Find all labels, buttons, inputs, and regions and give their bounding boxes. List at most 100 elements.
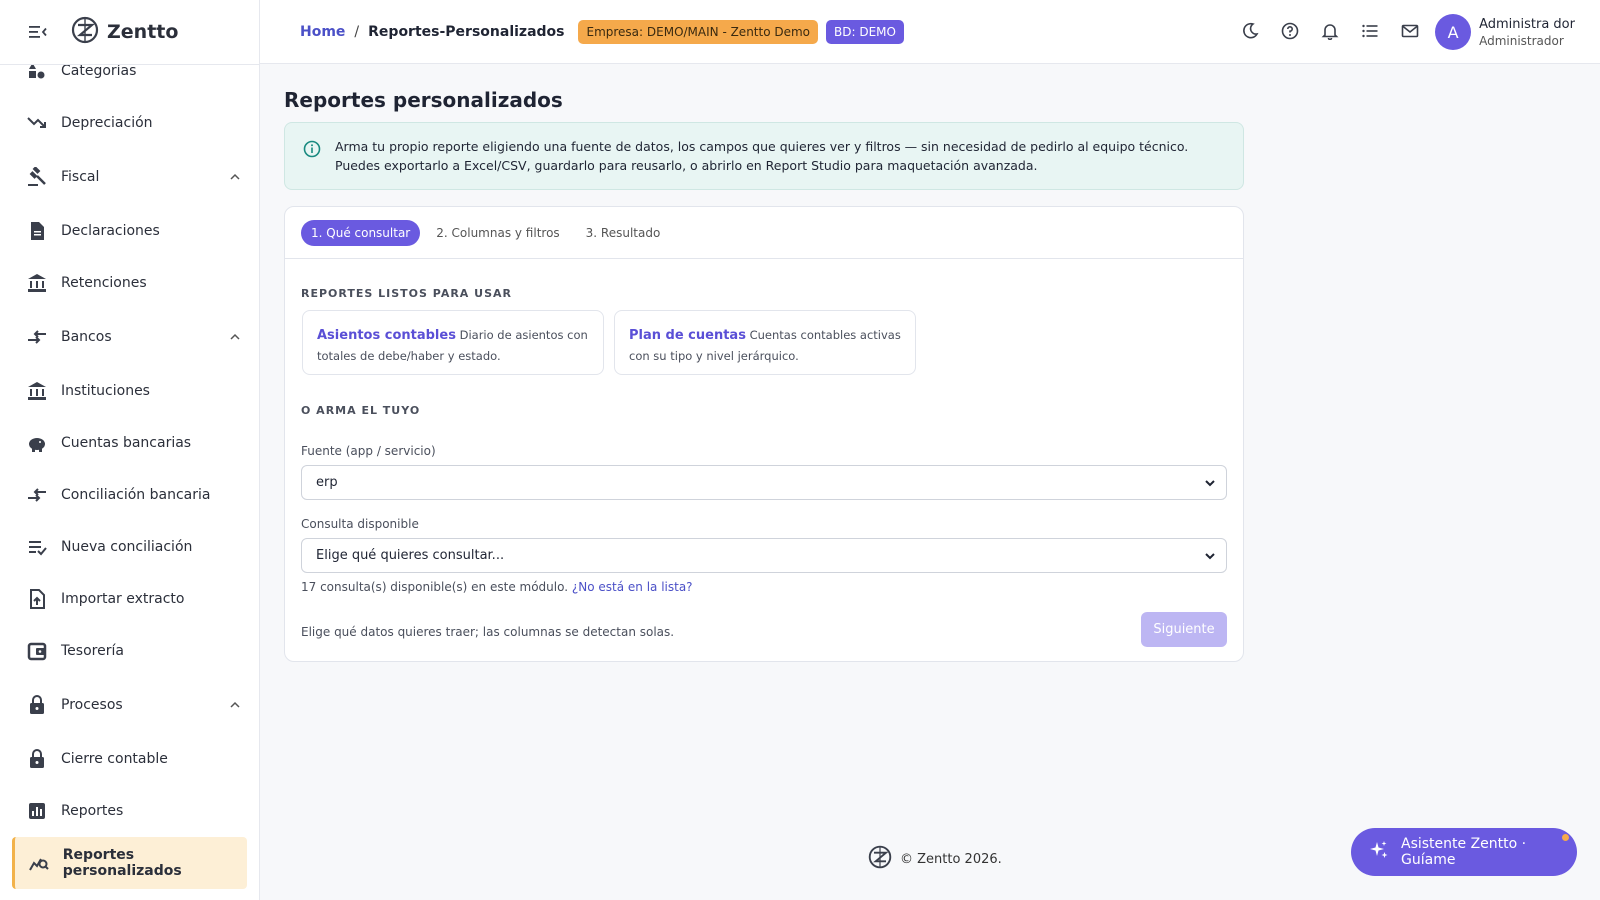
- gavel-icon: [26, 166, 48, 188]
- breadcrumb-home-link[interactable]: Home: [300, 24, 345, 40]
- sidebar-item-tesoreria[interactable]: Tesorería: [0, 625, 259, 677]
- sidebar-item-depreciacion[interactable]: Depreciación: [0, 97, 259, 149]
- sidebar-item-nueva-conciliacion[interactable]: Nueva conciliación: [0, 521, 259, 573]
- assistant-label: Asistente Zentto · Guíame: [1401, 836, 1527, 868]
- sidebar-item-label: Nueva conciliación: [61, 539, 193, 555]
- sidebar-group-procesos[interactable]: Procesos: [0, 677, 259, 733]
- sidebar-item-importar-extracto[interactable]: Importar extracto: [0, 573, 259, 625]
- tab-columnas-filtros[interactable]: 2. Columnas y filtros: [426, 220, 569, 246]
- user-menu[interactable]: A Administra dor Administrador: [1435, 14, 1575, 50]
- sparkle-icon: [1369, 840, 1389, 864]
- sidebar-item-label: Bancos: [61, 329, 112, 345]
- sidebar-nav: Categorías Depreciación Fiscal Declaraci…: [0, 45, 259, 889]
- chevron-up-icon: [229, 699, 241, 715]
- sidebar-item-reportes[interactable]: Reportes: [0, 785, 259, 837]
- company-badge[interactable]: Empresa: DEMO/MAIN - Zentto Demo: [578, 19, 819, 44]
- sidebar-item-label: Retenciones: [61, 275, 147, 291]
- sidebar-item-label: Declaraciones: [61, 223, 160, 239]
- sidebar-item-label: Importar extracto: [61, 591, 185, 607]
- sidebar-item-conciliacion-bancaria[interactable]: Conciliación bancaria: [0, 469, 259, 521]
- info-text: Arma tu propio reporte eligiendo una fue…: [335, 139, 1189, 173]
- not-in-list-link[interactable]: ¿No está en la lista?: [572, 580, 693, 594]
- page-title: Reportes personalizados: [284, 88, 563, 112]
- sidebar-item-label: Cierre contable: [61, 751, 168, 767]
- file-upload-icon: [26, 588, 48, 610]
- sidebar-item-label: Instituciones: [61, 383, 150, 399]
- help-icon[interactable]: [1280, 20, 1300, 42]
- template-title: Plan de cuentas: [629, 328, 746, 343]
- query-count-text: 17 consulta(s) disponible(s) en este mód…: [301, 580, 569, 594]
- sidebar-item-retenciones[interactable]: Retenciones: [0, 257, 259, 309]
- tab-que-consultar[interactable]: 1. Qué consultar: [301, 219, 421, 246]
- template-plan-de-cuentas[interactable]: Plan de cuentas Cuentas contables activa…: [614, 310, 916, 375]
- chevron-up-icon: [229, 331, 241, 347]
- database-badge[interactable]: BD: DEMO: [826, 19, 904, 44]
- app-name: Zentto: [107, 21, 179, 43]
- query-hint: 17 consulta(s) disponible(s) en este mód…: [301, 580, 693, 594]
- piggy-bank-icon: [26, 432, 48, 454]
- sidebar-header: Zentto: [0, 0, 259, 65]
- transfer-icon: [26, 326, 48, 348]
- footer-hint: Elige qué datos quieres traer; las colum…: [301, 625, 675, 639]
- chevron-down-icon: [1204, 550, 1216, 566]
- ready-reports-heading: REPORTES LISTOS PARA USAR: [301, 287, 512, 300]
- zentto-logo-icon: [71, 16, 99, 49]
- user-info: Administra dor Administrador: [1479, 17, 1575, 48]
- sidebar-item-label: Reportes: [61, 803, 124, 819]
- sidebar-item-cierre-contable[interactable]: Cierre contable: [0, 733, 259, 785]
- template-asientos-contables[interactable]: Asientos contables Diario de asientos co…: [302, 310, 604, 375]
- lock-icon: [26, 694, 48, 716]
- notifications-bell-icon[interactable]: [1320, 20, 1340, 42]
- dark-mode-icon[interactable]: [1240, 20, 1260, 42]
- sidebar-item-label: Depreciación: [61, 115, 153, 131]
- sidebar-item-label: Cuentas bancarias: [61, 435, 192, 451]
- user-role: Administrador: [1479, 33, 1564, 48]
- topbar-actions: [1240, 20, 1420, 42]
- tab-resultado[interactable]: 3. Resultado: [576, 220, 671, 246]
- mail-icon[interactable]: [1400, 20, 1420, 42]
- chevron-down-icon: [1204, 477, 1216, 493]
- assistant-button[interactable]: Asistente Zentto · Guíame: [1351, 828, 1577, 876]
- wizard-steps: 1. Qué consultar 2. Columnas y filtros 3…: [285, 207, 1243, 259]
- chevron-up-icon: [229, 171, 241, 187]
- sidebar-item-reportes-personalizados[interactable]: Reportes personalizados: [12, 837, 247, 889]
- menu-collapse-icon[interactable]: [27, 21, 49, 43]
- main-content: Reportes personalizados Arma tu propio r…: [284, 88, 1244, 662]
- source-select-value: erp: [316, 475, 338, 490]
- sidebar-group-bancos[interactable]: Bancos: [0, 309, 259, 365]
- transfer-icon: [26, 484, 48, 506]
- topbar: Home / Reportes-Personalizados Empresa: …: [260, 0, 1600, 64]
- task-list-icon[interactable]: [1360, 20, 1380, 42]
- app-logo[interactable]: Zentto: [71, 16, 178, 49]
- source-select[interactable]: erp: [301, 465, 1227, 500]
- sidebar-item-cuentas-bancarias[interactable]: Cuentas bancarias: [0, 417, 259, 469]
- sidebar-group-fiscal[interactable]: Fiscal: [0, 149, 259, 205]
- breadcrumb: Home / Reportes-Personalizados: [300, 24, 564, 40]
- breadcrumb-separator: /: [354, 23, 360, 40]
- sidebar-item-label: Fiscal: [61, 169, 100, 185]
- copyright-text: © Zentto 2026.: [900, 851, 1002, 867]
- notification-dot: [1562, 834, 1569, 841]
- wallet-icon: [26, 640, 48, 662]
- template-title: Asientos contables: [317, 328, 456, 343]
- info-alert: Arma tu propio reporte eligiendo una fue…: [284, 122, 1244, 190]
- avatar: A: [1435, 14, 1472, 50]
- sidebar-item-label: Categorías: [61, 63, 137, 79]
- sidebar-item-label: Reportes personalizados: [62, 847, 182, 879]
- query-select[interactable]: Elige qué quieres consultar...: [301, 538, 1227, 573]
- sidebar-item-declaraciones[interactable]: Declaraciones: [0, 205, 259, 257]
- user-name: Administra dor: [1479, 16, 1575, 32]
- playlist-check-icon: [26, 536, 48, 558]
- custom-report-heading: O ARMA EL TUYO: [301, 404, 421, 417]
- page-footer: © Zentto 2026.: [868, 845, 1002, 873]
- sidebar-item-instituciones[interactable]: Instituciones: [0, 365, 259, 417]
- sidebar-item-label: Tesorería: [61, 643, 124, 659]
- info-icon: [303, 140, 321, 163]
- breadcrumb-current: Reportes-Personalizados: [368, 23, 565, 40]
- next-button[interactable]: Siguiente: [1141, 612, 1227, 647]
- report-wizard-card: 1. Qué consultar 2. Columnas y filtros 3…: [284, 206, 1244, 662]
- document-icon: [26, 220, 48, 242]
- query-label: Consulta disponible: [301, 517, 419, 531]
- sidebar: Categorías Depreciación Fiscal Declaraci…: [0, 0, 260, 900]
- trending-down-icon: [26, 112, 48, 134]
